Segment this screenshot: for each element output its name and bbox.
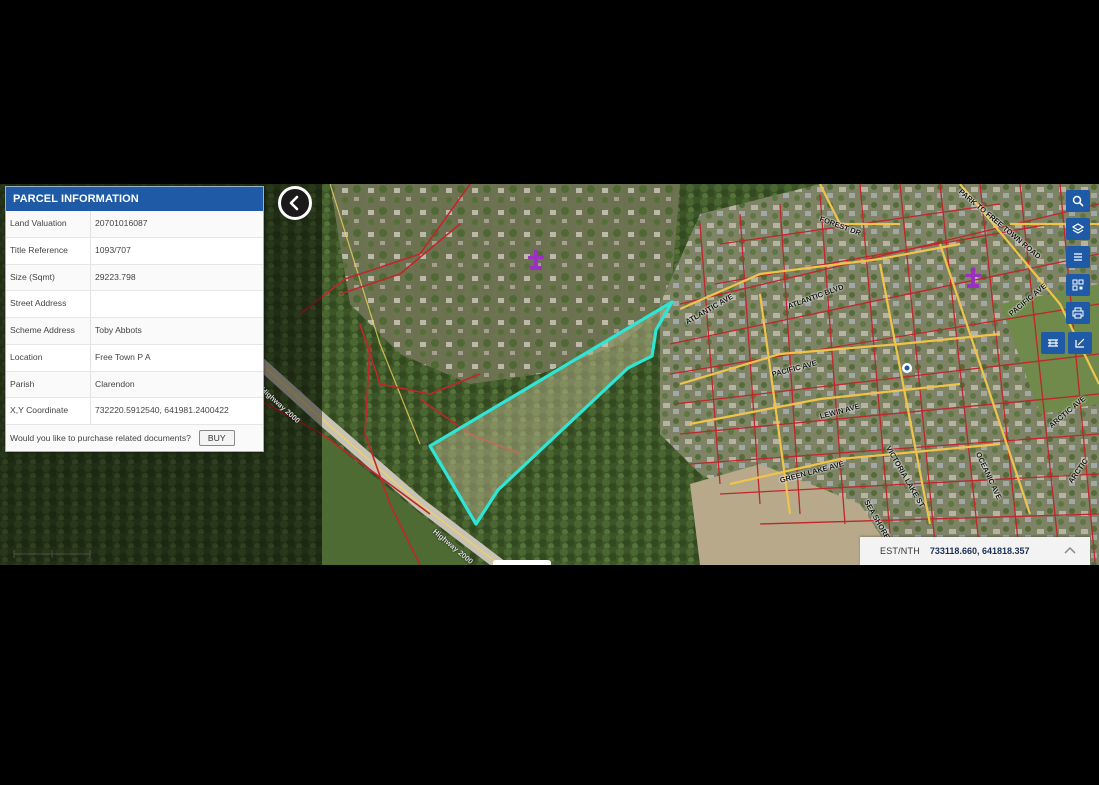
row-label: Scheme Address: [6, 318, 91, 344]
map-toolbar: [1066, 190, 1090, 330]
row-value: 732220.5912540, 641981.2400422: [95, 405, 229, 416]
menu-button[interactable]: [1066, 246, 1090, 268]
coordinate-label: EST/NTH: [880, 546, 920, 556]
purchase-prompt: Would you like to purchase related docum…: [10, 433, 191, 443]
table-row: Street Address: [6, 291, 263, 318]
table-row: Scheme Address Toby Abbots: [6, 318, 263, 345]
coordinate-readout: EST/NTH 733118.660, 641818.357: [860, 537, 1090, 565]
panel-title: PARCEL INFORMATION: [6, 187, 263, 211]
table-row: Land Valuation 20701016087: [6, 211, 263, 238]
menu-icon: [1074, 253, 1082, 261]
parcel-table: Land Valuation 20701016087 Title Referenc…: [6, 211, 263, 425]
qr-code-icon: [1072, 279, 1084, 291]
row-value: 29223.798: [95, 271, 136, 282]
map-viewport[interactable]: Highway 2000 Highway 2000 FOREST DR PARK…: [0, 184, 1099, 565]
row-label: X,Y Coordinate: [6, 398, 91, 424]
row-label: Title Reference: [6, 237, 91, 264]
row-label: Location: [6, 344, 91, 371]
basemap-icon: [1048, 339, 1058, 347]
bottom-drawer-handle[interactable]: [493, 560, 551, 565]
layers-icon: [1072, 223, 1084, 234]
search-icon: [1072, 195, 1084, 207]
row-label: Street Address: [6, 291, 91, 317]
row-value: Free Town P A: [95, 351, 151, 362]
coordinate-toggle-button[interactable]: [1064, 546, 1076, 556]
layers-button[interactable]: [1066, 218, 1090, 240]
qr-code-button[interactable]: [1066, 274, 1090, 296]
table-row: Title Reference 1093/707: [6, 237, 263, 265]
parcel-information-panel: PARCEL INFORMATION Land Valuation 2070101…: [5, 186, 264, 452]
row-value: Toby Abbots: [95, 325, 142, 335]
row-value: 20701016087: [95, 218, 148, 228]
row-label: Parish: [6, 371, 91, 398]
basemap-button[interactable]: [1041, 332, 1065, 354]
table-row: Location Free Town P A: [6, 344, 263, 372]
table-row: Parish Clarendon: [6, 371, 263, 399]
table-row: X,Y Coordinate 732220.5912540, 641981.240…: [6, 398, 263, 425]
row-value: [91, 291, 263, 317]
back-button[interactable]: [278, 186, 312, 220]
measure-button[interactable]: [1068, 332, 1092, 354]
measure-icon: [1075, 338, 1085, 348]
print-button[interactable]: [1066, 302, 1090, 324]
search-button[interactable]: [1066, 190, 1090, 212]
row-value: Clarendon: [95, 378, 135, 389]
row-label: Size (Sqmt): [6, 264, 91, 291]
coordinate-value: 733118.660, 641818.357: [929, 546, 1030, 556]
row-label: Land Valuation: [6, 211, 91, 237]
chevron-up-icon: [1064, 546, 1076, 554]
purchase-row: Would you like to purchase related docum…: [6, 425, 263, 451]
table-row: Size (Sqmt) 29223.798: [6, 264, 263, 292]
printer-icon: [1072, 307, 1084, 319]
chevron-left-icon: [289, 195, 299, 211]
row-value: 1093/707: [95, 244, 131, 255]
map-tools-secondary: [1041, 332, 1092, 360]
buy-button[interactable]: BUY: [198, 430, 235, 446]
